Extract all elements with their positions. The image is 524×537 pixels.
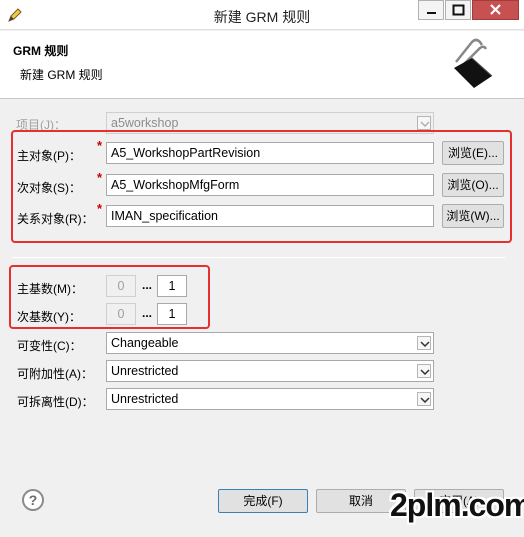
- secondary-cardinality-max[interactable]: 1: [157, 303, 187, 325]
- attachability-label: 可附加性(A)：: [17, 367, 93, 381]
- header-title: GRM 规则: [13, 44, 69, 58]
- chevron-down-icon[interactable]: [417, 336, 431, 350]
- detachability-label: 可拆离性(D)：: [17, 395, 94, 409]
- primary-cardinality-max[interactable]: 1: [157, 275, 187, 297]
- close-button[interactable]: [472, 0, 519, 20]
- range-separator: ...: [142, 278, 153, 292]
- chevron-down-icon[interactable]: [417, 392, 431, 406]
- range-separator: ...: [142, 306, 153, 320]
- required-marker: *: [97, 201, 103, 216]
- binder-clip-icon: [454, 38, 493, 88]
- maximize-icon: [452, 4, 465, 16]
- detachability-value: Unrestricted: [111, 392, 179, 406]
- secondary-object-input[interactable]: A5_WorkshopMfgForm: [106, 174, 434, 196]
- browse-relation-button[interactable]: 浏览(W)...: [442, 204, 504, 228]
- header-subtitle: 新建 GRM 规则: [20, 68, 103, 82]
- close-icon: [490, 4, 501, 15]
- relation-object-input[interactable]: IMAN_specification: [106, 205, 434, 227]
- wizard-header: GRM 规则 新建 GRM 规则: [0, 31, 524, 99]
- maximize-button[interactable]: [445, 0, 471, 20]
- finish-button[interactable]: 完成(F): [218, 489, 308, 513]
- relation-object-label: 关系对象(R)：: [17, 212, 94, 226]
- watermark: 2plm.com: [390, 487, 524, 523]
- browse-secondary-button[interactable]: 浏览(O)...: [442, 173, 504, 197]
- minimize-icon: [427, 12, 436, 14]
- detachability-combo[interactable]: Unrestricted: [106, 388, 434, 410]
- secondary-cardinality-label: 次基数(Y)：: [17, 310, 81, 324]
- secondary-object-label: 次对象(S)：: [17, 181, 81, 195]
- project-value: a5workshop: [111, 116, 179, 130]
- title-bar: 新建 GRM 规则: [0, 0, 524, 30]
- primary-cardinality-min: 0: [106, 275, 136, 297]
- chevron-down-icon[interactable]: [417, 364, 431, 378]
- browse-primary-button[interactable]: 浏览(E)...: [442, 141, 504, 165]
- primary-object-input[interactable]: A5_WorkshopPartRevision: [106, 142, 434, 164]
- changeability-label: 可变性(C)：: [17, 339, 82, 353]
- chevron-down-icon: [417, 116, 431, 130]
- minimize-button[interactable]: [418, 0, 444, 20]
- secondary-cardinality-min: 0: [106, 303, 136, 325]
- attachability-combo[interactable]: Unrestricted: [106, 360, 434, 382]
- attachability-value: Unrestricted: [111, 364, 179, 378]
- primary-cardinality-label: 主基数(M)：: [17, 282, 83, 296]
- help-icon[interactable]: ?: [22, 489, 44, 511]
- divider: [12, 257, 506, 258]
- changeability-combo[interactable]: Changeable: [106, 332, 434, 354]
- required-marker: *: [97, 138, 103, 153]
- required-marker: *: [97, 170, 103, 185]
- primary-object-label: 主对象(P)：: [17, 149, 81, 163]
- changeability-value: Changeable: [111, 336, 179, 350]
